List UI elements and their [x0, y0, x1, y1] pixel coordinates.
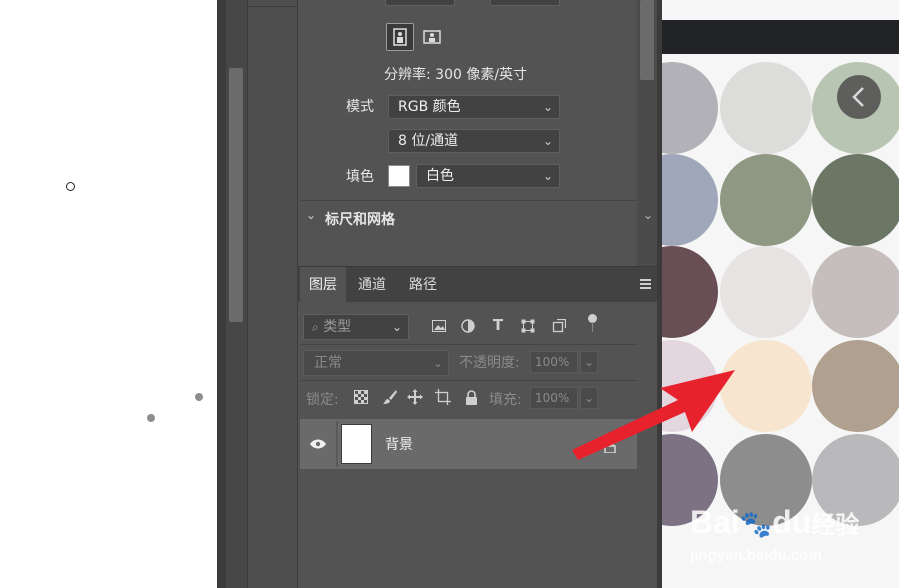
half-circle-icon	[461, 319, 475, 333]
lock-image-pixels-icon[interactable]	[381, 388, 399, 406]
tab-layers[interactable]: 图层	[300, 267, 346, 303]
eye-icon[interactable]	[308, 434, 328, 454]
chevron-down-icon: ⌄	[542, 134, 553, 148]
divider	[336, 421, 338, 467]
lock-position-icon[interactable]	[406, 388, 424, 406]
left-panel-column	[248, 0, 298, 588]
shape-filter-icon[interactable]	[519, 317, 537, 335]
panel-menu-icon[interactable]	[640, 279, 651, 289]
lock-transparent-pixels-icon[interactable]	[354, 390, 368, 404]
color-swatch	[720, 62, 812, 154]
scrollbar-thumb[interactable]	[640, 0, 654, 80]
filter-type-label: 类型	[323, 319, 352, 335]
color-swatch	[662, 62, 718, 154]
mode-label: 模式	[346, 99, 374, 115]
chevron-down-icon[interactable]: ⌄	[643, 208, 653, 222]
divider	[300, 200, 637, 201]
divider	[300, 344, 637, 345]
bit-depth-select[interactable]: 8 位/通道 ⌄	[388, 129, 560, 153]
color-swatch	[812, 154, 899, 246]
fill-opacity-label: 填充:	[489, 392, 522, 408]
anchor-point[interactable]	[147, 414, 155, 422]
layer-name[interactable]: 背景	[385, 434, 413, 454]
chevron-down-icon: ⌄	[542, 169, 553, 183]
fill-color-swatch[interactable]	[388, 165, 410, 187]
section-ruler-grid[interactable]: 标尺和网格	[325, 209, 395, 229]
chevron-down-icon[interactable]: ⌄	[306, 208, 316, 222]
color-swatch	[662, 246, 718, 338]
blend-mode-select[interactable]: 正常 ⌄	[303, 350, 449, 376]
brush-icon	[383, 390, 397, 404]
lock-artboard-icon[interactable]	[434, 388, 452, 406]
chevron-down-icon: ⌄	[391, 320, 402, 334]
landscape-orientation-button[interactable]	[418, 23, 446, 51]
height-input[interactable]	[490, 0, 560, 6]
left-scrollbar-thumb[interactable]	[229, 68, 243, 322]
panel-divider	[217, 0, 226, 588]
image-top-bar	[662, 20, 899, 54]
color-swatch	[720, 246, 812, 338]
visibility-icon	[310, 439, 326, 449]
chevron-down-icon: ⌄	[542, 100, 553, 114]
color-swatch	[812, 340, 899, 432]
portrait-orientation-button[interactable]	[386, 23, 414, 51]
watermark-jingyan: 经验	[811, 512, 860, 539]
image-filter-icon[interactable]	[430, 317, 448, 335]
landscape-icon	[423, 30, 441, 44]
portrait-icon	[393, 28, 407, 46]
image-icon	[432, 320, 446, 332]
smart-object-filter-icon[interactable]	[550, 317, 568, 335]
adjustment-filter-icon[interactable]	[459, 317, 477, 335]
color-swatch	[812, 246, 899, 338]
blend-mode-value: 正常	[314, 355, 342, 371]
filter-toggle-stem	[592, 322, 593, 332]
type-filter-icon[interactable]: T	[489, 316, 507, 334]
color-mode-value: RGB 颜色	[398, 99, 461, 115]
watermark-logo: Bai🐾du经验	[690, 505, 859, 543]
layer-thumbnail[interactable]	[341, 424, 372, 464]
color-mode-select[interactable]: RGB 颜色 ⌄	[388, 95, 560, 119]
anchor-point[interactable]	[195, 393, 203, 401]
layer-filter-select[interactable]: ⌕ 类型 ⌄	[303, 314, 409, 340]
red-arrow-icon	[572, 370, 735, 460]
chevron-left-icon	[852, 87, 864, 107]
smart-object-icon	[552, 319, 566, 333]
width-input[interactable]	[385, 0, 455, 6]
layers-tabbar: 图层 通道 路径	[298, 266, 657, 303]
color-swatch	[720, 154, 812, 246]
tab-channels[interactable]: 通道	[348, 267, 396, 303]
chevron-down-icon: ⌄	[432, 356, 443, 370]
color-swatch	[662, 154, 718, 246]
anchor-point-hollow[interactable]	[66, 182, 75, 191]
artboard-icon	[435, 389, 451, 405]
fill-label: 填色	[346, 169, 374, 185]
move-icon	[407, 389, 423, 405]
opacity-label: 不透明度:	[459, 355, 520, 371]
watermark-brand: Bai	[690, 504, 740, 540]
red-arrow-shape	[572, 370, 735, 460]
back-button[interactable]	[837, 75, 881, 119]
bit-depth-value: 8 位/通道	[398, 133, 459, 149]
watermark-du: du	[772, 504, 812, 540]
screen: 分辨率: 300 像素/英寸 模式 RGB 颜色 ⌄ 8 位/通道 ⌄ 填色 白…	[0, 0, 899, 588]
lock-all-icon[interactable]	[462, 388, 480, 406]
paw-icon: 🐾	[739, 509, 773, 539]
transform-icon	[521, 319, 535, 333]
fill-select[interactable]: 白色 ⌄	[416, 164, 560, 188]
lock-icon	[465, 389, 477, 405]
tab-paths[interactable]: 路径	[398, 267, 448, 303]
search-icon: ⌕	[312, 320, 319, 334]
watermark-url: jingyan.baidu.com	[690, 547, 822, 564]
resolution-text: 分辨率: 300 像素/英寸	[384, 67, 528, 83]
lock-label: 锁定:	[306, 392, 339, 408]
fill-value: 白色	[426, 168, 454, 184]
